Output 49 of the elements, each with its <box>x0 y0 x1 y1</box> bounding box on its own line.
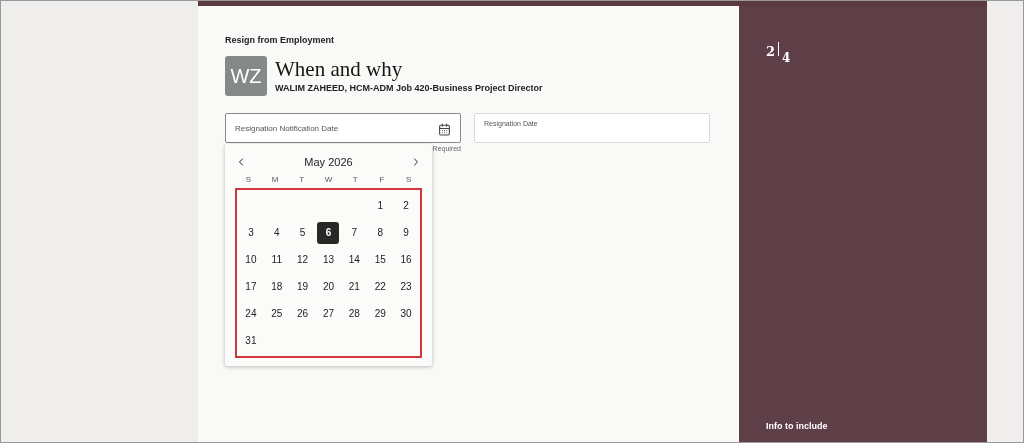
calendar-day[interactable]: 15 <box>369 248 392 271</box>
weekday-label: M <box>271 174 279 186</box>
weekday-label: F <box>379 174 385 186</box>
calendar-day[interactable]: 20 <box>317 275 340 298</box>
calendar-day[interactable]: 13 <box>317 248 340 271</box>
calendar-day[interactable]: 7 <box>343 221 366 244</box>
heading: When and why <box>275 55 404 82</box>
weekday-label: T <box>299 174 305 186</box>
calendar-day[interactable]: 18 <box>265 275 288 298</box>
page-title: Resign from Employment <box>225 34 335 47</box>
calendar-day[interactable]: 24 <box>239 302 262 325</box>
calendar-day[interactable]: 25 <box>265 302 288 325</box>
step-number: 2 <box>766 43 776 61</box>
calendar-day[interactable]: 30 <box>395 302 418 325</box>
calendar-day[interactable]: 8 <box>369 221 392 244</box>
calendar-day[interactable]: 23 <box>395 275 418 298</box>
calendar-day[interactable]: 29 <box>369 302 392 325</box>
calendar-icon[interactable] <box>438 122 451 136</box>
weekday-label: T <box>352 174 358 186</box>
calendar-day[interactable]: 31 <box>239 329 262 352</box>
calendar-day[interactable]: 11 <box>265 248 288 271</box>
calendar-day[interactable]: 22 <box>369 275 392 298</box>
calendar-day[interactable]: 1 <box>369 194 392 217</box>
calendar-day[interactable]: 9 <box>395 221 418 244</box>
calendar-day[interactable]: 4 <box>265 221 288 244</box>
calendar-day[interactable]: 19 <box>291 275 314 298</box>
calendar-day[interactable]: 17 <box>239 275 262 298</box>
calendar-day[interactable]: 3 <box>239 221 262 244</box>
calendar-day[interactable]: 5 <box>291 221 314 244</box>
date-field[interactable]: Resignation Notification Date <box>225 112 461 143</box>
calendar-day[interactable]: 10 <box>239 248 262 271</box>
calendar-day[interactable]: 21 <box>343 275 366 298</box>
field-label: Resignation Notification Date <box>235 122 339 135</box>
weekday-label: S <box>245 174 251 186</box>
calendar-day[interactable]: 27 <box>317 302 340 325</box>
panel-footer: Info to include <box>766 419 960 433</box>
calendar-day[interactable]: 6 <box>317 221 340 244</box>
calendar-day[interactable]: 12 <box>291 248 314 271</box>
avatar: WZ <box>225 55 267 96</box>
worker-subtitle: WALIM ZAHEED, HCM-ADM Job 420-Business Project Director <box>275 81 543 95</box>
weekday-label: S <box>405 174 412 186</box>
calendar-day[interactable]: 16 <box>395 248 418 271</box>
calendar-day[interactable]: 28 <box>343 302 366 325</box>
weekday-label: W <box>324 174 333 186</box>
calendar-day[interactable]: 26 <box>291 302 314 325</box>
step-total: 4 <box>782 50 791 67</box>
calendar-day[interactable]: 2 <box>395 194 418 217</box>
month-title: May 2026 <box>304 154 353 170</box>
calendar-day[interactable]: 14 <box>343 248 366 271</box>
